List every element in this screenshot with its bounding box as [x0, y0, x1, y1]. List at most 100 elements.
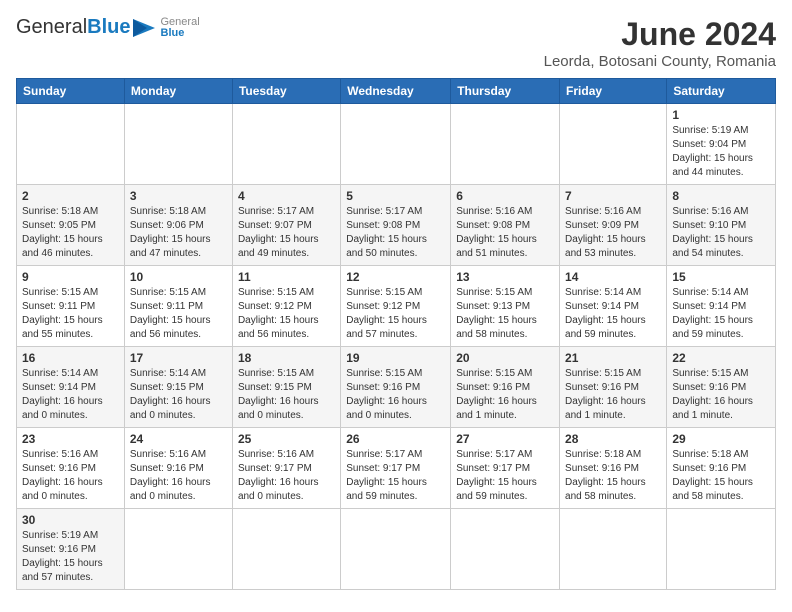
day-info: Sunrise: 5:15 AM Sunset: 9:16 PM Dayligh…: [346, 367, 445, 423]
calendar-day-cell: 24 Sunrise: 5:16 AM Sunset: 9:16 PM Dayli…: [124, 428, 232, 509]
day-info: Sunrise: 5:16 AM Sunset: 9:16 PM Dayligh…: [130, 448, 227, 504]
calendar-day-cell: 12 Sunrise: 5:15 AM Sunset: 9:12 PM Dayli…: [341, 266, 451, 347]
weekday-header-sunday: Sunday: [17, 79, 125, 104]
calendar-day-cell: 21Sunrise: 5:15 AM Sunset: 9:16 PM Dayli…: [560, 347, 667, 428]
calendar-day-cell: 10Sunrise: 5:15 AM Sunset: 9:11 PM Dayli…: [124, 266, 232, 347]
calendar-day-cell: 25Sunrise: 5:16 AM Sunset: 9:17 PM Dayli…: [232, 428, 340, 509]
day-number: 12: [346, 270, 445, 284]
day-info: Sunrise: 5:14 AM Sunset: 9:14 PM Dayligh…: [565, 286, 661, 342]
day-info: Sunrise: 5:15 AM Sunset: 9:16 PM Dayligh…: [672, 367, 770, 423]
day-info: Sunrise: 5:14 AM Sunset: 9:15 PM Dayligh…: [130, 367, 227, 423]
day-info: Sunrise: 5:15 AM Sunset: 9:16 PM Dayligh…: [456, 367, 554, 423]
calendar-day-cell: 14 Sunrise: 5:14 AM Sunset: 9:14 PM Dayli…: [560, 266, 667, 347]
day-info: Sunrise: 5:19 AM Sunset: 9:04 PM Dayligh…: [672, 124, 770, 180]
day-number: 9: [22, 270, 119, 284]
calendar-day-cell: 8Sunrise: 5:16 AM Sunset: 9:10 PM Daylig…: [667, 185, 776, 266]
day-number: 17: [130, 351, 227, 365]
calendar-day-cell: [667, 509, 776, 590]
day-info: Sunrise: 5:18 AM Sunset: 9:16 PM Dayligh…: [565, 448, 661, 504]
day-number: 26: [346, 432, 445, 446]
day-number: 6: [456, 189, 554, 203]
day-number: 27: [456, 432, 554, 446]
day-info: Sunrise: 5:16 AM Sunset: 9:16 PM Dayligh…: [22, 448, 119, 504]
day-info: Sunrise: 5:15 AM Sunset: 9:15 PM Dayligh…: [238, 367, 335, 423]
day-number: 5: [346, 189, 445, 203]
calendar-day-cell: 9 Sunrise: 5:15 AM Sunset: 9:11 PM Daylig…: [17, 266, 125, 347]
calendar-week-row: 23 Sunrise: 5:16 AM Sunset: 9:16 PM Dayli…: [17, 428, 776, 509]
day-number: 29: [672, 432, 770, 446]
calendar-table: SundayMondayTuesdayWednesdayThursdayFrid…: [16, 78, 776, 590]
calendar-day-cell: [232, 104, 340, 185]
calendar-day-cell: 16 Sunrise: 5:14 AM Sunset: 9:14 PM Dayli…: [17, 347, 125, 428]
logo: General Blue General Blue: [16, 16, 200, 39]
calendar-week-row: 9 Sunrise: 5:15 AM Sunset: 9:11 PM Daylig…: [17, 266, 776, 347]
logo-blue-text: Blue: [87, 16, 130, 39]
calendar-day-cell: 22Sunrise: 5:15 AM Sunset: 9:16 PM Dayli…: [667, 347, 776, 428]
day-number: 16: [22, 351, 119, 365]
calendar-day-cell: 6Sunrise: 5:16 AM Sunset: 9:08 PM Daylig…: [451, 185, 560, 266]
calendar-day-cell: [451, 104, 560, 185]
day-info: Sunrise: 5:18 AM Sunset: 9:06 PM Dayligh…: [130, 205, 227, 261]
calendar-day-cell: 27Sunrise: 5:17 AM Sunset: 9:17 PM Dayli…: [451, 428, 560, 509]
day-number: 19: [346, 351, 445, 365]
calendar-day-cell: 11 Sunrise: 5:15 AM Sunset: 9:12 PM Dayli…: [232, 266, 340, 347]
calendar-day-cell: 4Sunrise: 5:17 AM Sunset: 9:07 PM Daylig…: [232, 185, 340, 266]
day-info: Sunrise: 5:17 AM Sunset: 9:08 PM Dayligh…: [346, 205, 445, 261]
day-number: 30: [22, 513, 119, 527]
day-info: Sunrise: 5:19 AM Sunset: 9:16 PM Dayligh…: [22, 529, 119, 585]
calendar-day-cell: [560, 104, 667, 185]
calendar-day-cell: 13Sunrise: 5:15 AM Sunset: 9:13 PM Dayli…: [451, 266, 560, 347]
calendar-day-cell: 26Sunrise: 5:17 AM Sunset: 9:17 PM Dayli…: [341, 428, 451, 509]
calendar-day-cell: 20Sunrise: 5:15 AM Sunset: 9:16 PM Dayli…: [451, 347, 560, 428]
day-number: 14: [565, 270, 661, 284]
day-number: 4: [238, 189, 335, 203]
calendar-day-cell: [124, 104, 232, 185]
day-number: 18: [238, 351, 335, 365]
calendar-day-cell: 3 Sunrise: 5:18 AM Sunset: 9:06 PM Daylig…: [124, 185, 232, 266]
calendar-day-cell: 5 Sunrise: 5:17 AM Sunset: 9:08 PM Daylig…: [341, 185, 451, 266]
day-info: Sunrise: 5:15 AM Sunset: 9:16 PM Dayligh…: [565, 367, 661, 423]
calendar-day-cell: 15 Sunrise: 5:14 AM Sunset: 9:14 PM Dayli…: [667, 266, 776, 347]
calendar-day-cell: [341, 104, 451, 185]
day-info: Sunrise: 5:14 AM Sunset: 9:14 PM Dayligh…: [22, 367, 119, 423]
calendar-day-cell: 2Sunrise: 5:18 AM Sunset: 9:05 PM Daylig…: [17, 185, 125, 266]
calendar-day-cell: 17 Sunrise: 5:14 AM Sunset: 9:15 PM Dayli…: [124, 347, 232, 428]
day-info: Sunrise: 5:15 AM Sunset: 9:11 PM Dayligh…: [130, 286, 227, 342]
day-number: 15: [672, 270, 770, 284]
day-info: Sunrise: 5:14 AM Sunset: 9:14 PM Dayligh…: [672, 286, 770, 342]
day-info: Sunrise: 5:15 AM Sunset: 9:12 PM Dayligh…: [346, 286, 445, 342]
calendar-day-cell: [560, 509, 667, 590]
day-number: 24: [130, 432, 227, 446]
day-number: 11: [238, 270, 335, 284]
weekday-header-wednesday: Wednesday: [341, 79, 451, 104]
calendar-day-cell: [341, 509, 451, 590]
logo-general-text: General: [16, 16, 87, 39]
day-number: 7: [565, 189, 661, 203]
day-info: Sunrise: 5:15 AM Sunset: 9:13 PM Dayligh…: [456, 286, 554, 342]
calendar-day-cell: [232, 509, 340, 590]
weekday-header-monday: Monday: [124, 79, 232, 104]
calendar-day-cell: 1Sunrise: 5:19 AM Sunset: 9:04 PM Daylig…: [667, 104, 776, 185]
calendar-title: June 2024: [544, 16, 776, 53]
title-block: June 2024 Leorda, Botosani County, Roman…: [544, 16, 776, 70]
calendar-day-cell: 23 Sunrise: 5:16 AM Sunset: 9:16 PM Dayli…: [17, 428, 125, 509]
calendar-day-cell: 18 Sunrise: 5:15 AM Sunset: 9:15 PM Dayli…: [232, 347, 340, 428]
day-info: Sunrise: 5:15 AM Sunset: 9:11 PM Dayligh…: [22, 286, 119, 342]
calendar-day-cell: 29Sunrise: 5:18 AM Sunset: 9:16 PM Dayli…: [667, 428, 776, 509]
day-number: 25: [238, 432, 335, 446]
day-info: Sunrise: 5:16 AM Sunset: 9:09 PM Dayligh…: [565, 205, 661, 261]
day-info: Sunrise: 5:15 AM Sunset: 9:12 PM Dayligh…: [238, 286, 335, 342]
calendar-subtitle: Leorda, Botosani County, Romania: [544, 53, 776, 70]
calendar-day-cell: 19 Sunrise: 5:15 AM Sunset: 9:16 PM Dayli…: [341, 347, 451, 428]
calendar-day-cell: 7 Sunrise: 5:16 AM Sunset: 9:09 PM Daylig…: [560, 185, 667, 266]
day-number: 2: [22, 189, 119, 203]
calendar-day-cell: [124, 509, 232, 590]
weekday-header-row: SundayMondayTuesdayWednesdayThursdayFrid…: [17, 79, 776, 104]
page-header: General Blue General Blue June 2024 Leor…: [16, 16, 776, 70]
weekday-header-saturday: Saturday: [667, 79, 776, 104]
day-number: 23: [22, 432, 119, 446]
calendar-day-cell: [451, 509, 560, 590]
day-number: 3: [130, 189, 227, 203]
weekday-header-tuesday: Tuesday: [232, 79, 340, 104]
calendar-day-cell: 30 Sunrise: 5:19 AM Sunset: 9:16 PM Dayli…: [17, 509, 125, 590]
